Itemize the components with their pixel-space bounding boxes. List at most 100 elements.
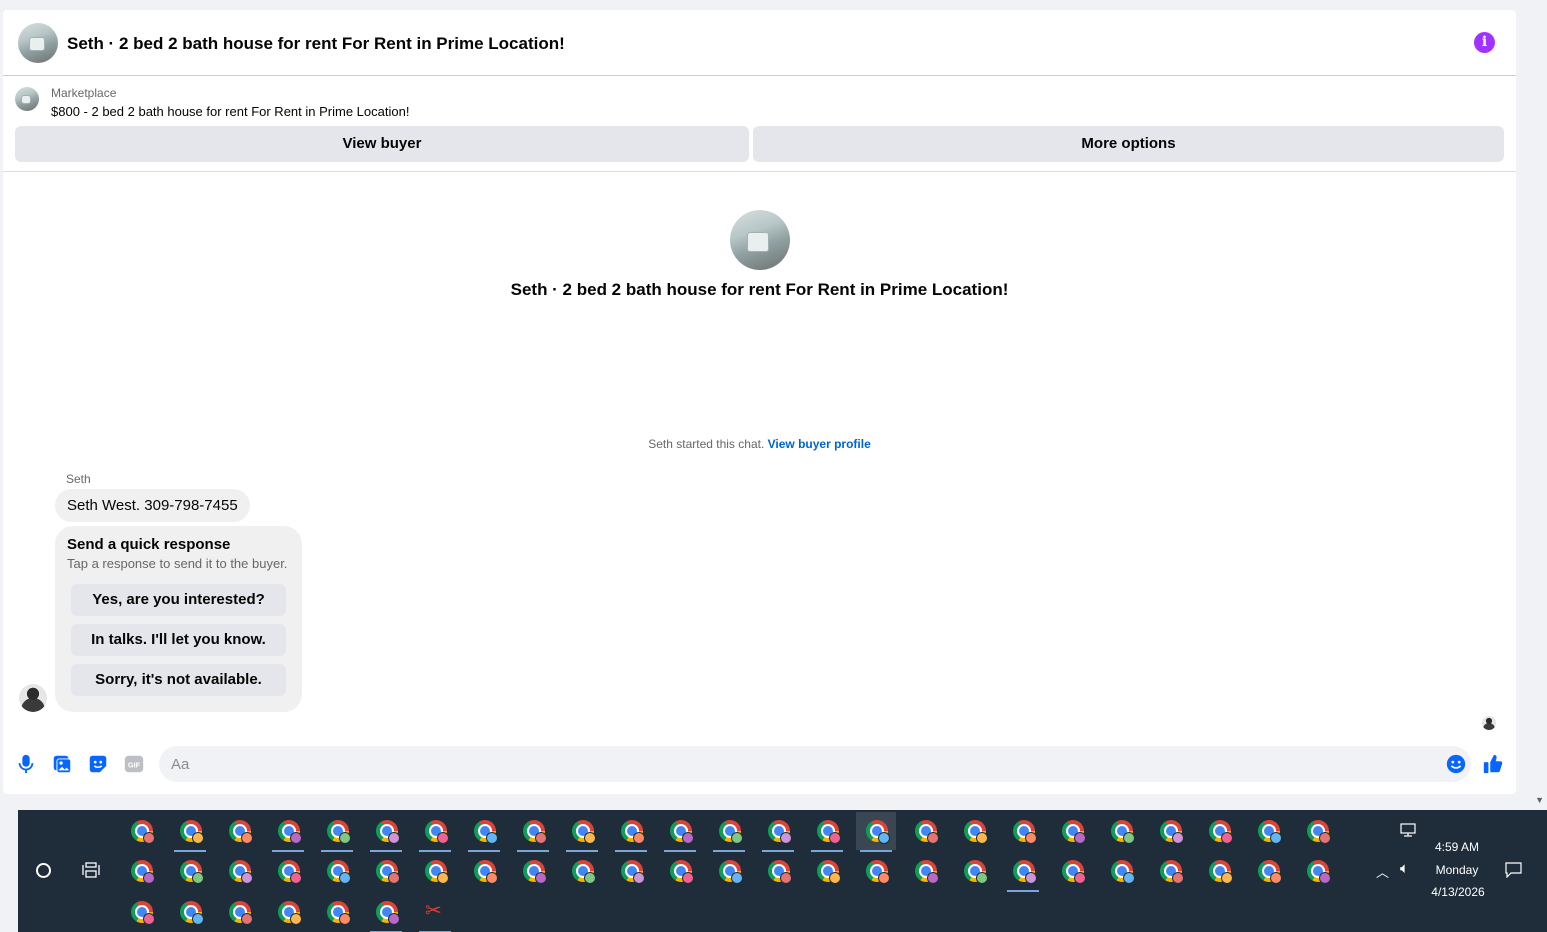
conversation-avatar[interactable]: [729, 210, 790, 270]
chrome-icon[interactable]: [268, 812, 308, 852]
chrome-icon[interactable]: [856, 812, 896, 852]
quick-response-in-talks[interactable]: In talks. I'll let you know.: [71, 624, 286, 656]
info-icon[interactable]: i: [1474, 32, 1495, 53]
chrome-icon[interactable]: [954, 812, 994, 850]
chrome-icon[interactable]: [170, 852, 210, 890]
chrome-icon[interactable]: [1297, 852, 1337, 890]
thumbs-up-icon[interactable]: [1482, 753, 1504, 775]
chrome-icon[interactable]: [317, 893, 357, 931]
snipping-tool-icon[interactable]: ✂: [415, 893, 455, 932]
chrome-icon[interactable]: [1052, 812, 1092, 850]
chrome-icon[interactable]: [464, 812, 504, 852]
chrome-icon[interactable]: [268, 893, 308, 931]
chrome-icon[interactable]: [562, 852, 602, 890]
profile-badge-icon: [437, 872, 449, 884]
chrome-icon[interactable]: [562, 812, 602, 852]
chrome-icon[interactable]: [366, 812, 406, 852]
chrome-icon[interactable]: [366, 852, 406, 890]
quick-response-not-available[interactable]: Sorry, it's not available.: [71, 664, 286, 696]
scroll-down-arrow-icon[interactable]: ▼: [1535, 795, 1544, 805]
profile-badge-icon: [682, 872, 694, 884]
more-options-button[interactable]: More options: [753, 126, 1504, 162]
chrome-icon[interactable]: [513, 852, 553, 890]
network-icon[interactable]: [1400, 823, 1416, 837]
chrome-icon[interactable]: [611, 812, 651, 852]
chrome-icon[interactable]: [709, 812, 749, 852]
chrome-icon[interactable]: [611, 852, 651, 890]
chrome-icon[interactable]: [121, 812, 161, 850]
chrome-icon[interactable]: [268, 852, 308, 890]
microphone-icon[interactable]: [15, 753, 37, 775]
chrome-icon[interactable]: [1101, 812, 1141, 850]
volume-icon[interactable]: 🔈︎: [1400, 860, 1409, 877]
view-buyer-button[interactable]: View buyer: [15, 126, 749, 162]
profile-badge-icon: [927, 832, 939, 844]
message-input-box[interactable]: [159, 746, 1471, 782]
chrome-icon[interactable]: [1248, 852, 1288, 890]
chrome-icon[interactable]: [170, 812, 210, 852]
chrome-icon[interactable]: [170, 893, 210, 931]
chrome-icon[interactable]: [1150, 852, 1190, 890]
chrome-icon[interactable]: [1248, 812, 1288, 850]
listing-avatar[interactable]: [18, 23, 58, 63]
clock-date[interactable]: 4/13/2026: [1423, 885, 1493, 899]
show-hidden-icons-chevron-icon[interactable]: ︿: [1376, 862, 1389, 881]
gif-icon[interactable]: GIF: [123, 753, 145, 775]
chrome-icon[interactable]: [464, 852, 504, 890]
chrome-icon[interactable]: [415, 852, 455, 890]
chrome-icon[interactable]: [1052, 852, 1092, 890]
chrome-icon[interactable]: [121, 893, 161, 931]
profile-badge-icon: [437, 832, 449, 844]
chrome-icon[interactable]: [660, 812, 700, 852]
chrome-icon[interactable]: [1297, 812, 1337, 850]
chrome-icon[interactable]: [1150, 812, 1190, 850]
profile-badge-icon: [1270, 832, 1282, 844]
chrome-icon[interactable]: [317, 852, 357, 890]
chrome-icon[interactable]: [709, 852, 749, 890]
chrome-icon[interactable]: [121, 852, 161, 890]
quick-response-interested[interactable]: Yes, are you interested?: [71, 584, 286, 616]
chrome-icon[interactable]: [807, 812, 847, 852]
profile-badge-icon: [633, 872, 645, 884]
chrome-icon[interactable]: [317, 812, 357, 852]
listing-title[interactable]: $800 - 2 bed 2 bath house for rent For R…: [51, 104, 409, 119]
chrome-icon[interactable]: [219, 812, 259, 850]
listing-thumbnail[interactable]: [15, 87, 39, 111]
view-buyer-profile-link[interactable]: View buyer profile: [768, 437, 871, 451]
image-icon[interactable]: [51, 753, 73, 775]
profile-badge-icon: [241, 872, 253, 884]
chrome-icon[interactable]: [954, 852, 994, 890]
chrome-icon[interactable]: [856, 852, 896, 890]
chrome-icon[interactable]: [1199, 852, 1239, 890]
profile-badge-icon: [1123, 832, 1135, 844]
clock-time[interactable]: 4:59 AM: [1427, 840, 1487, 854]
clock-day[interactable]: Monday: [1427, 863, 1487, 877]
chrome-icon[interactable]: [660, 852, 700, 890]
chrome-icon[interactable]: [1003, 852, 1043, 892]
chrome-icon[interactable]: [219, 852, 259, 890]
message-input[interactable]: [171, 746, 1431, 782]
seth-avatar[interactable]: [19, 684, 47, 712]
chrome-icon[interactable]: [1101, 852, 1141, 890]
sticker-icon[interactable]: [87, 753, 109, 775]
chrome-icon[interactable]: [758, 812, 798, 852]
notification-center-icon[interactable]: [1505, 862, 1522, 878]
message-bubble[interactable]: Seth West. 309-798-7455: [55, 489, 250, 522]
chrome-icon[interactable]: [366, 893, 406, 932]
chrome-icon[interactable]: [807, 852, 847, 890]
chrome-icon[interactable]: [513, 812, 553, 852]
profile-badge-icon: [1270, 872, 1282, 884]
task-view-icon[interactable]: [82, 862, 100, 878]
chrome-icon[interactable]: [1003, 812, 1043, 850]
chrome-icon[interactable]: [905, 812, 945, 850]
message-composer: GIF: [3, 744, 1516, 784]
emoji-icon[interactable]: [1445, 753, 1467, 775]
profile-badge-icon: [192, 872, 204, 884]
chrome-icon[interactable]: [758, 852, 798, 890]
chrome-icon[interactable]: [905, 852, 945, 890]
chrome-icon[interactable]: [415, 812, 455, 852]
chrome-icon[interactable]: [219, 893, 259, 931]
profile-badge-icon: [780, 832, 792, 844]
chrome-icon[interactable]: [1199, 812, 1239, 850]
search-circle-icon[interactable]: [36, 863, 51, 878]
